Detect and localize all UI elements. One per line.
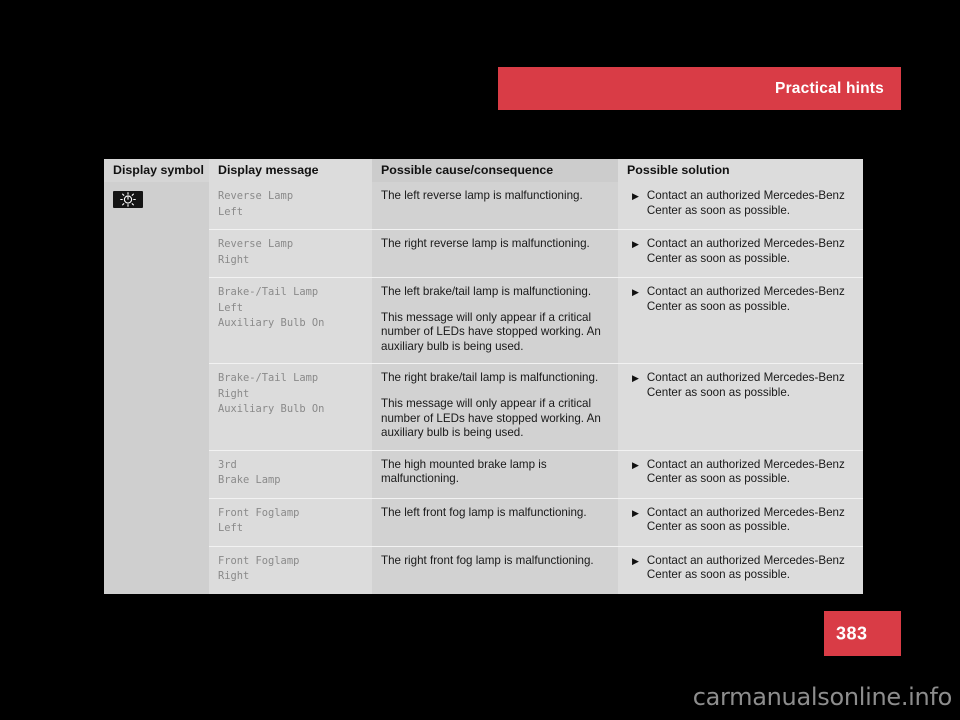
table-row: Reverse Lamp Right The right reverse lamp…: [209, 229, 863, 277]
column-header-display-message: Display message: [209, 159, 372, 182]
display-message-cell: 3rd Brake Lamp: [209, 450, 372, 498]
possible-cause-cell: The left reverse lamp is malfunctioning.: [372, 182, 618, 229]
cause-paragraph: The left reverse lamp is malfunctioning.: [381, 189, 583, 202]
possible-solution-cell: ▶ Contact an authorized Mercedes-Benz Cen…: [618, 546, 863, 594]
section-title: Practical hints: [775, 79, 884, 97]
display-messages-table: Display symbol Display message Possible …: [104, 159, 863, 594]
possible-cause-cell: The right reverse lamp is malfunctioning…: [372, 230, 618, 277]
cause-paragraph: The high mounted brake lamp is malfuncti…: [381, 457, 547, 486]
cause-paragraph: This message will only appear if a criti…: [381, 310, 601, 353]
triangle-bullet-icon: ▶: [632, 373, 639, 384]
page-number: 383: [836, 623, 868, 643]
cause-paragraph: The right brake/tail lamp is malfunction…: [381, 371, 599, 385]
possible-solution-cell: ▶ Contact an authorized Mercedes-Benz Cen…: [618, 450, 863, 498]
site-watermark: carmanualsonline.info: [692, 683, 953, 711]
solution-text: Contact an authorized Mercedes-Benz Cent…: [646, 553, 845, 582]
display-message-cell: Front Foglamp Right: [209, 546, 372, 594]
table-row: 3rd Brake Lamp The high mounted brake lam…: [209, 449, 863, 498]
possible-solution-cell: ▶ Contact an authorized Mercedes-Benz Cen…: [618, 364, 863, 450]
solution-text: Contact an authorized Mercedes-Benz Cent…: [646, 237, 845, 265]
triangle-bullet-icon: ▶: [632, 287, 639, 297]
cause-paragraph: The left front fog lamp is malfunctionin…: [381, 505, 587, 519]
possible-cause-cell: The right brake/tail lamp is malfunction…: [372, 364, 618, 450]
page-number-box: 383: [824, 611, 901, 656]
table-body: Reverse Lamp Left The left reverse lamp i…: [104, 182, 863, 594]
display-message-cell: Reverse Lamp Left: [209, 182, 372, 229]
triangle-bullet-icon: ▶: [632, 239, 639, 249]
table-row: Brake-/Tail Lamp Right Auxiliary Bulb On…: [209, 363, 863, 450]
display-message-cell: Reverse Lamp Right: [209, 230, 372, 277]
column-header-display-symbol: Display symbol: [104, 159, 209, 182]
table-row: Front Foglamp Left The left front fog lam…: [209, 497, 863, 546]
solution-text: Contact an authorized Mercedes-Benz Cent…: [646, 505, 845, 534]
table-header-row: Display symbol Display message Possible …: [104, 159, 863, 182]
possible-cause-cell: The high mounted brake lamp is malfuncti…: [372, 450, 618, 498]
solution-text: Contact an authorized Mercedes-Benz Cent…: [646, 285, 845, 313]
column-header-possible-solution: Possible solution: [618, 159, 863, 182]
triangle-bullet-icon: ▶: [632, 459, 639, 470]
triangle-bullet-icon: ▶: [632, 555, 639, 566]
table-row: Front Foglamp Right The right front fog l…: [209, 545, 863, 594]
display-symbol-column: [104, 182, 209, 594]
table-row: Brake-/Tail Lamp Left Auxiliary Bulb On T…: [209, 277, 863, 364]
possible-solution-cell: ▶ Contact an authorized Mercedes-Benz Cen…: [618, 278, 863, 364]
triangle-bullet-icon: ▶: [632, 191, 639, 201]
display-message-cell: Brake-/Tail Lamp Right Auxiliary Bulb On: [209, 364, 372, 450]
cause-paragraph: The right front fog lamp is malfunctioni…: [381, 553, 594, 567]
table-row: Reverse Lamp Left The left reverse lamp i…: [209, 182, 863, 229]
display-message-cell: Brake-/Tail Lamp Left Auxiliary Bulb On: [209, 278, 372, 364]
section-banner: Practical hints: [498, 67, 901, 110]
solution-text: Contact an authorized Mercedes-Benz Cent…: [646, 457, 845, 486]
cause-paragraph: The left brake/tail lamp is malfunctioni…: [381, 285, 592, 298]
possible-cause-cell: The left brake/tail lamp is malfunctioni…: [372, 278, 618, 364]
triangle-bullet-icon: ▶: [632, 507, 639, 518]
solution-text: Contact an authorized Mercedes-Benz Cent…: [646, 189, 845, 217]
table-rows: Reverse Lamp Left The left reverse lamp i…: [209, 182, 863, 594]
solution-text: Contact an authorized Mercedes-Benz Cent…: [646, 371, 845, 399]
possible-cause-cell: The left front fog lamp is malfunctionin…: [372, 498, 618, 546]
possible-cause-cell: The right front fog lamp is malfunctioni…: [372, 546, 618, 594]
column-header-possible-cause: Possible cause/consequence: [372, 159, 618, 182]
possible-solution-cell: ▶ Contact an authorized Mercedes-Benz Cen…: [618, 182, 863, 229]
display-message-cell: Front Foglamp Left: [209, 498, 372, 546]
possible-solution-cell: ▶ Contact an authorized Mercedes-Benz Cen…: [618, 230, 863, 277]
cause-paragraph: This message will only appear if a criti…: [381, 396, 601, 440]
possible-solution-cell: ▶ Contact an authorized Mercedes-Benz Cen…: [618, 498, 863, 546]
cause-paragraph: The right reverse lamp is malfunctioning…: [381, 237, 590, 250]
lamp-bulb-indicator-icon: [113, 191, 143, 208]
